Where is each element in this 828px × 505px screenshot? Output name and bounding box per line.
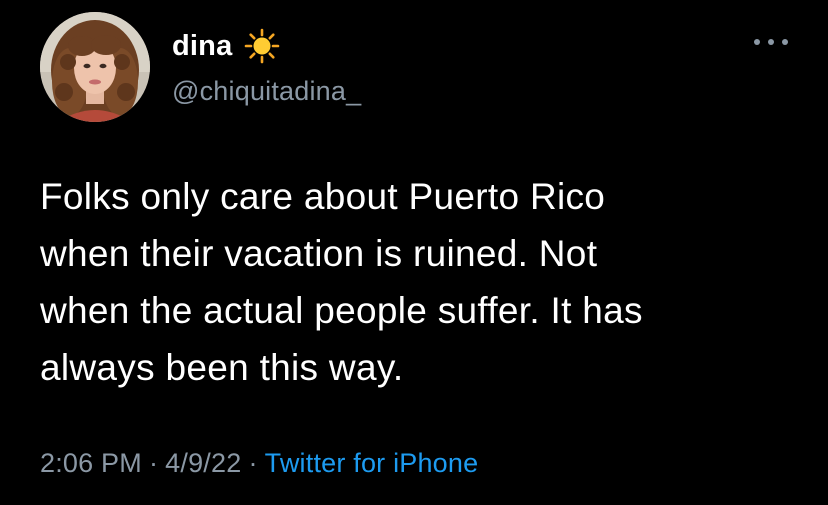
author-handle[interactable]: @chiquitadina_: [172, 76, 361, 107]
meta-separator: ·: [248, 448, 258, 478]
tweet-text-line: when the actual people suffer. It has: [40, 290, 643, 331]
tweet-text: Folks only care about Puerto Rico when t…: [40, 168, 800, 396]
display-name[interactable]: dina: [172, 30, 232, 63]
sun-emoji-icon: [244, 28, 280, 64]
tweet-date[interactable]: 4/9/22: [165, 448, 241, 478]
author-name-row[interactable]: dina: [172, 28, 280, 64]
tweet-source-link[interactable]: Twitter for iPhone: [265, 448, 479, 478]
tweet-metadata: 2:06 PM · 4/9/22 · Twitter for iPhone: [40, 448, 478, 479]
avatar[interactable]: [40, 12, 150, 122]
tweet-text-line: always been this way.: [40, 347, 404, 388]
more-horizontal-icon: [782, 39, 788, 45]
more-horizontal-icon: [754, 39, 760, 45]
more-options-button[interactable]: [754, 32, 788, 52]
more-horizontal-icon: [768, 39, 774, 45]
tweet-time[interactable]: 2:06 PM: [40, 448, 142, 478]
meta-separator: ·: [148, 448, 159, 478]
tweet-detail: dina @chiquitadina_ Folks only care abou…: [0, 0, 828, 505]
tweet-text-line: when their vacation is ruined. Not: [40, 233, 598, 274]
tweet-text-line: Folks only care about Puerto Rico: [40, 176, 606, 217]
